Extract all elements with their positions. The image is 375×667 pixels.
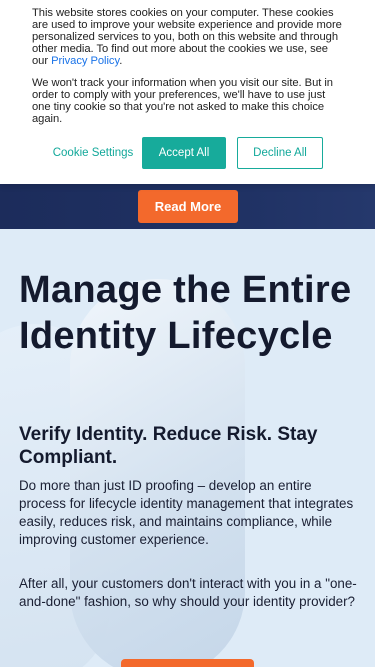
promo-strip: Read More <box>0 184 375 229</box>
cookie-settings-button[interactable]: Cookie Settings <box>48 137 138 169</box>
privacy-policy-link[interactable]: Privacy Policy <box>51 55 119 67</box>
cookie-tracking-notice: We won't track your information when you… <box>32 77 333 125</box>
cookie-description-period: . <box>119 55 123 67</box>
hero-cta-button[interactable] <box>121 659 254 667</box>
hero-title: Manage the Entire Identity Lifecycle <box>19 269 352 357</box>
read-more-button[interactable]: Read More <box>138 190 238 223</box>
accept-all-button[interactable]: Accept All <box>142 137 226 169</box>
hero-paragraph-2: After all, your customers don't interact… <box>19 576 357 609</box>
hero-paragraph-1: Do more than just ID proofing – develop … <box>19 478 354 547</box>
cookie-consent-banner: This website stores cookies on your comp… <box>0 0 375 184</box>
cookie-description: This website stores cookies on your comp… <box>32 7 343 67</box>
hero-subtitle: Verify Identity. Reduce Risk. Stay Compl… <box>19 424 318 468</box>
decline-all-button[interactable]: Decline All <box>237 137 323 169</box>
cookie-actions: Cookie Settings Accept All Decline All <box>0 137 375 169</box>
hero-section: Manage the Entire Identity Lifecycle Ver… <box>0 229 375 667</box>
